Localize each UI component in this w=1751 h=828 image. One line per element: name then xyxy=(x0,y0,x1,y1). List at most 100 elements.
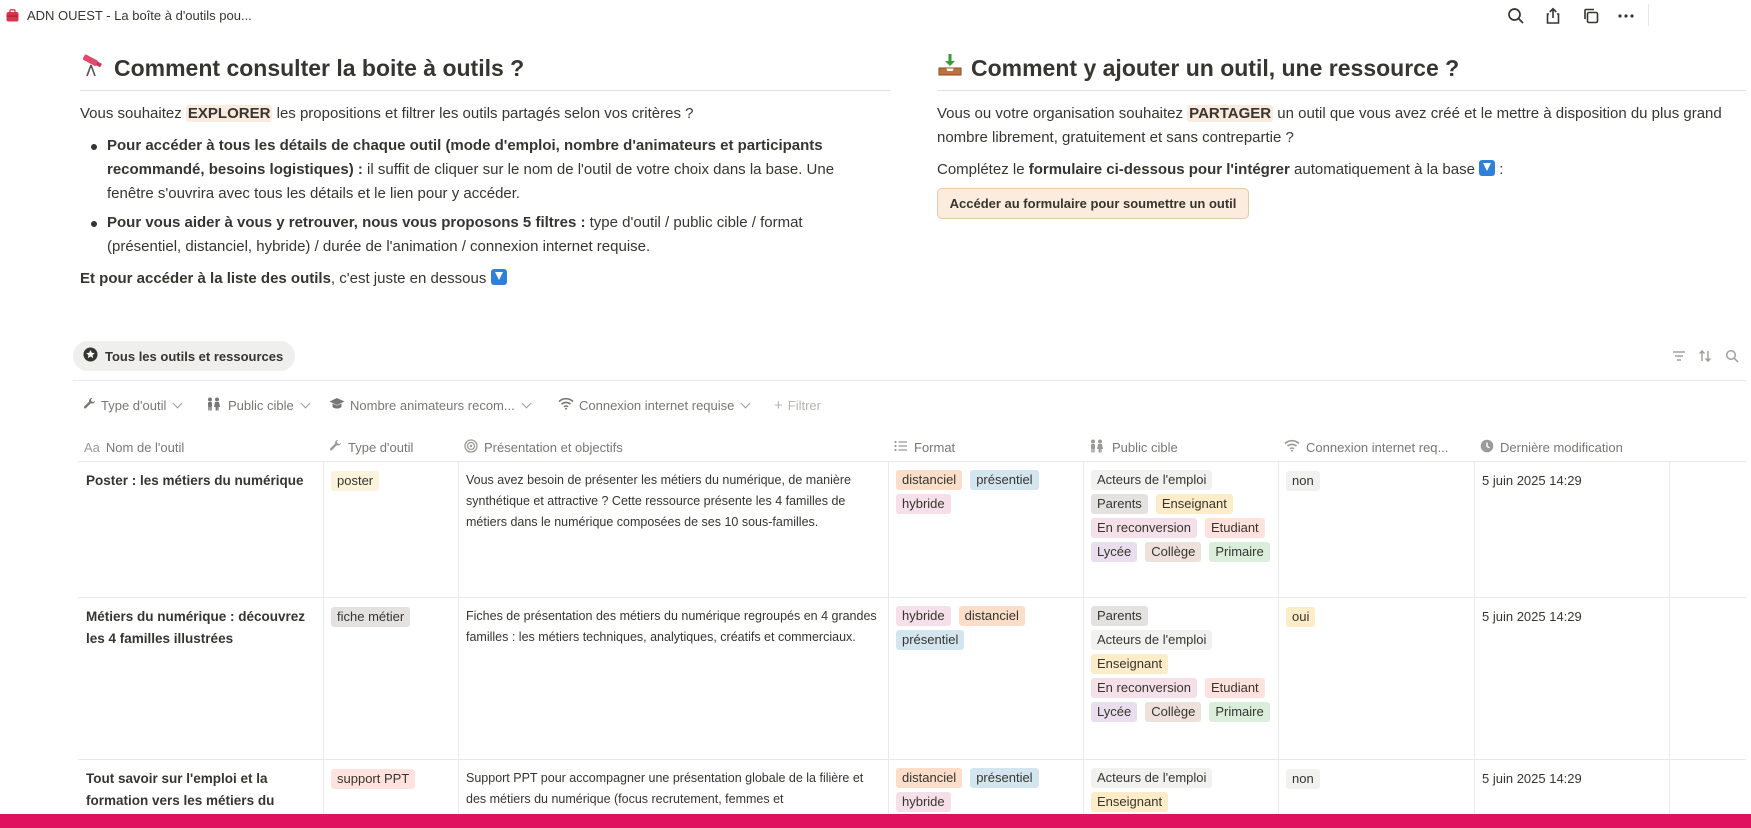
more-icon[interactable] xyxy=(1616,6,1636,26)
column-label: Présentation et objectifs xyxy=(484,439,623,455)
tag: Etudiant xyxy=(1204,678,1265,698)
bullet-dot xyxy=(91,144,97,150)
presentation-cell: Support PPT pour accompagner une présent… xyxy=(466,771,864,806)
modified-cell: 5 juin 2025 14:29 xyxy=(1482,771,1582,786)
inbox-tray-icon xyxy=(937,52,963,84)
submit-tool-form-button[interactable]: Accéder au formulaire pour soumettre un … xyxy=(937,188,1249,219)
tag: Enseignant xyxy=(1091,792,1169,812)
column-header-public[interactable]: Public cible xyxy=(1083,432,1278,462)
bullet-dot xyxy=(91,221,97,227)
column-label: Format xyxy=(914,439,956,455)
column-header-modified[interactable]: Dernière modification xyxy=(1474,432,1669,462)
tag: distanciel xyxy=(896,768,963,788)
view-divider xyxy=(73,380,1746,381)
form-line-bold: formulaire ci-dessous pour l'intégrer xyxy=(1028,161,1290,178)
column-label: Connexion internet req... xyxy=(1306,439,1449,455)
tag: support PPT xyxy=(331,769,416,789)
left-bullet-2: Pour vous aider à vous y retrouver, nous… xyxy=(107,211,837,259)
plus-icon: + xyxy=(774,396,783,414)
duplicate-icon[interactable] xyxy=(1581,6,1601,26)
closing-text: , c'est juste en dessous xyxy=(330,270,491,287)
tag: distanciel xyxy=(896,470,963,490)
share-icon[interactable] xyxy=(1543,6,1563,26)
toolbox-icon xyxy=(6,9,19,22)
column-label: Type d'outil xyxy=(348,439,414,455)
format-tags: distanciel présentiel hybride xyxy=(896,768,1066,812)
internet-cell: non xyxy=(1278,760,1474,820)
tag: Enseignant xyxy=(1155,494,1233,514)
right-heading-divider xyxy=(937,90,1746,91)
format-cell: hybride distanciel présentiel xyxy=(888,598,1083,760)
tag: Collège xyxy=(1145,702,1202,722)
table-row[interactable]: Tout savoir sur l'emploi et la formation… xyxy=(78,760,1746,820)
tool-name-cell[interactable]: Tout savoir sur l'emploi et la formation… xyxy=(78,760,323,820)
tag: Parents xyxy=(1091,606,1148,626)
tag: Collège xyxy=(1145,542,1202,562)
tag: Etudiant xyxy=(1204,518,1265,538)
filter-icon[interactable] xyxy=(1671,348,1687,364)
tool-type-cell: poster xyxy=(323,462,458,598)
filter-nombre-animateurs[interactable]: Nombre animateurs recom... xyxy=(329,395,532,415)
tag: En reconversion xyxy=(1091,678,1197,698)
filter-label: Type d'outil xyxy=(101,397,167,413)
tag: poster xyxy=(331,471,380,491)
modified-cell: 5 juin 2025 14:29 xyxy=(1482,473,1582,488)
filter-label: Public cible xyxy=(228,397,294,413)
column-header-internet[interactable]: Connexion internet req... xyxy=(1278,432,1474,462)
tool-name-cell[interactable]: Métiers du numérique : découvrez les 4 f… xyxy=(78,598,323,760)
telescope-icon xyxy=(80,52,106,84)
left-bullet-1: Pour accéder à tous les détails de chaqu… xyxy=(107,134,867,206)
arrow-down-icon xyxy=(490,269,507,285)
form-line-end: automatiquement à la base xyxy=(1289,161,1480,178)
tag: distanciel xyxy=(958,606,1025,626)
star-icon xyxy=(83,347,98,365)
chevron-down-icon xyxy=(521,398,532,408)
wrench-icon xyxy=(329,439,342,455)
column-header-presentation[interactable]: Présentation et objectifs xyxy=(458,432,888,462)
view-tab-all-tools[interactable]: Tous les outils et ressources xyxy=(73,341,296,371)
chevron-down-icon xyxy=(172,398,183,408)
chevron-down-icon xyxy=(300,398,311,408)
tool-name-cell[interactable]: Poster : les métiers du numérique xyxy=(78,462,323,598)
filter-connexion-internet[interactable]: Connexion internet requise xyxy=(558,395,751,415)
column-header-format[interactable]: Format xyxy=(888,432,1083,462)
right-heading-text: Comment y ajouter un outil, une ressourc… xyxy=(971,54,1460,81)
tag: fiche métier xyxy=(331,607,411,627)
right-form-line: Complétez le formulaire ci-dessous pour … xyxy=(937,158,1737,182)
table-search-icon[interactable] xyxy=(1724,348,1740,364)
tag: hybride xyxy=(896,606,951,626)
tag: Acteurs de l'emploi xyxy=(1091,768,1213,788)
table-row[interactable]: Métiers du numérique : découvrez les 4 f… xyxy=(78,598,1746,760)
bullet2-bold: Pour vous aider à vous y retrouver, nous… xyxy=(107,214,586,231)
tag: Lycée xyxy=(1091,542,1138,562)
form-line-text: Complétez le xyxy=(937,161,1029,178)
table-row[interactable]: Poster : les métiers du numérique poster V… xyxy=(78,462,1746,598)
right-intro: Vous ou votre organisation souhaitez PAR… xyxy=(937,102,1737,150)
right-intro-text: Vous ou votre organisation souhaitez xyxy=(937,105,1188,122)
search-icon[interactable] xyxy=(1506,6,1526,26)
add-filter-button[interactable]: + Filtrer xyxy=(774,395,821,415)
sort-icon[interactable] xyxy=(1697,348,1713,364)
column-label: Nom de l'outil xyxy=(105,439,185,455)
table-header: Aa Nom de l'outil Type d'outil Présentati… xyxy=(78,432,1746,462)
tag: présentiel xyxy=(896,630,965,650)
partager-highlight: PARTAGER xyxy=(1187,105,1274,122)
right-heading: Comment y ajouter un outil, une ressourc… xyxy=(937,52,1459,84)
people-icon xyxy=(206,397,223,414)
tag: Acteurs de l'emploi xyxy=(1091,470,1213,490)
public-tags: Acteurs de l'emploi Enseignant xyxy=(1091,768,1271,812)
tag: Primaire xyxy=(1209,702,1270,722)
closing-bold: Et pour accéder à la liste des outils xyxy=(80,270,331,287)
internet-cell: oui xyxy=(1278,598,1474,760)
column-header-type[interactable]: Type d'outil xyxy=(323,432,458,462)
filter-label: Connexion internet requise xyxy=(579,397,735,413)
filter-type-outil[interactable]: Type d'outil xyxy=(83,395,183,415)
chevron-down-icon xyxy=(740,398,751,408)
left-heading: Comment consulter la boite à outils ? xyxy=(80,52,524,84)
column-header-nom[interactable]: Aa Nom de l'outil xyxy=(78,432,323,462)
public-tags: Acteurs de l'emploi Parents Enseignant En r… xyxy=(1091,470,1271,562)
presentation-cell: Fiches de présentation des métiers du nu… xyxy=(466,609,877,644)
filter-public-cible[interactable]: Public cible xyxy=(206,395,311,415)
format-tags: hybride distanciel présentiel xyxy=(896,606,1066,650)
left-intro: Vous souhaitez EXPLORER les propositions… xyxy=(80,102,880,126)
